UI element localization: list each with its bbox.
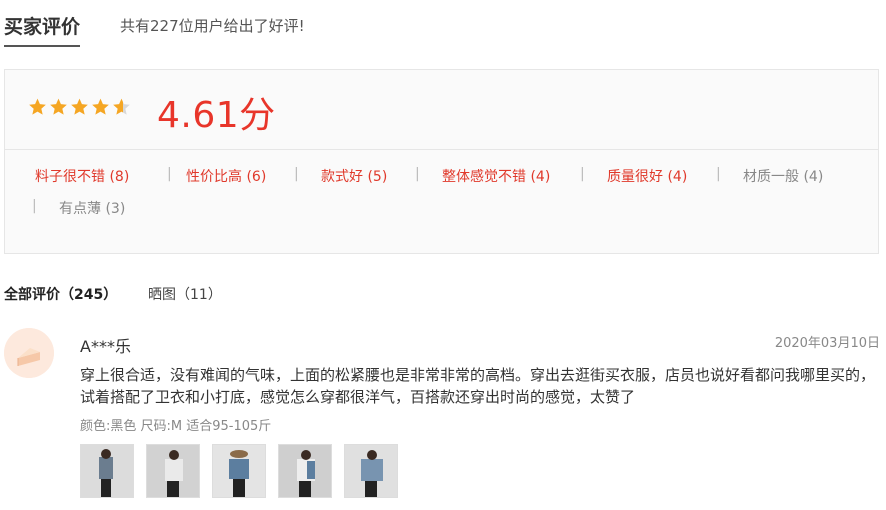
review-photo[interactable]	[212, 444, 266, 498]
star-icon	[71, 98, 88, 115]
rating-stars	[27, 97, 132, 117]
half-star-icon	[113, 98, 130, 115]
review-photo[interactable]	[344, 444, 398, 498]
star-icon	[50, 98, 67, 115]
tab-all-reviews[interactable]: 全部评价（245）	[4, 284, 117, 304]
tag-a-bit-thin[interactable]: 有点薄 (3)	[59, 198, 125, 218]
tag-overall-good[interactable]: 整体感觉不错 (4)	[442, 166, 550, 186]
positive-review-summary: 共有227位用户给出了好评!	[120, 17, 305, 35]
tag-quality-good[interactable]: 质量很好 (4)	[607, 166, 687, 186]
reviewer-name: A***乐	[80, 337, 131, 356]
reviews-title[interactable]: 买家评价	[4, 12, 81, 47]
cake-icon	[4, 328, 54, 378]
star-icon	[29, 98, 46, 115]
tag-separator: |	[716, 166, 721, 182]
avatar	[4, 328, 54, 378]
rating-summary: 4.61分	[5, 70, 878, 150]
purchase-spec: 颜色:黑色 尺码:M 适合95-105斤	[80, 419, 272, 434]
tag-separator: |	[32, 198, 37, 214]
tag-separator: |	[294, 166, 299, 182]
review-photo[interactable]	[80, 444, 134, 498]
tag-separator: |	[580, 166, 585, 182]
rating-score: 4.61分	[157, 95, 276, 136]
tag-separator: |	[167, 166, 172, 182]
tab-photo-reviews[interactable]: 晒图（11）	[148, 284, 222, 304]
review-date: 2020年03月10日	[774, 336, 880, 351]
review-photos	[80, 444, 410, 498]
review-item: A***乐 2020年03月10日 穿上很合适，没有难闻的气味，上面的松紧腰也是…	[4, 326, 880, 506]
review-content: 穿上很合适，没有难闻的气味，上面的松紧腰也是非常非常的高档。穿出去逛街买衣服，店…	[80, 366, 876, 406]
reviews-header: 买家评价 共有227位用户给出了好评!	[4, 10, 874, 47]
tag-value-for-money[interactable]: 性价比高 (6)	[186, 166, 266, 186]
star-icon	[92, 98, 109, 115]
tag-separator: |	[415, 166, 420, 182]
tag-fabric-good[interactable]: 料子很不错 (8)	[35, 166, 129, 186]
review-photo[interactable]	[278, 444, 332, 498]
tag-material-average[interactable]: 材质一般 (4)	[743, 166, 823, 186]
review-photo[interactable]	[146, 444, 200, 498]
rating-panel: 4.61分 料子很不错 (8) | 性价比高 (6) | 款式好 (5) | 整…	[4, 69, 879, 254]
tag-style-good[interactable]: 款式好 (5)	[321, 166, 387, 186]
